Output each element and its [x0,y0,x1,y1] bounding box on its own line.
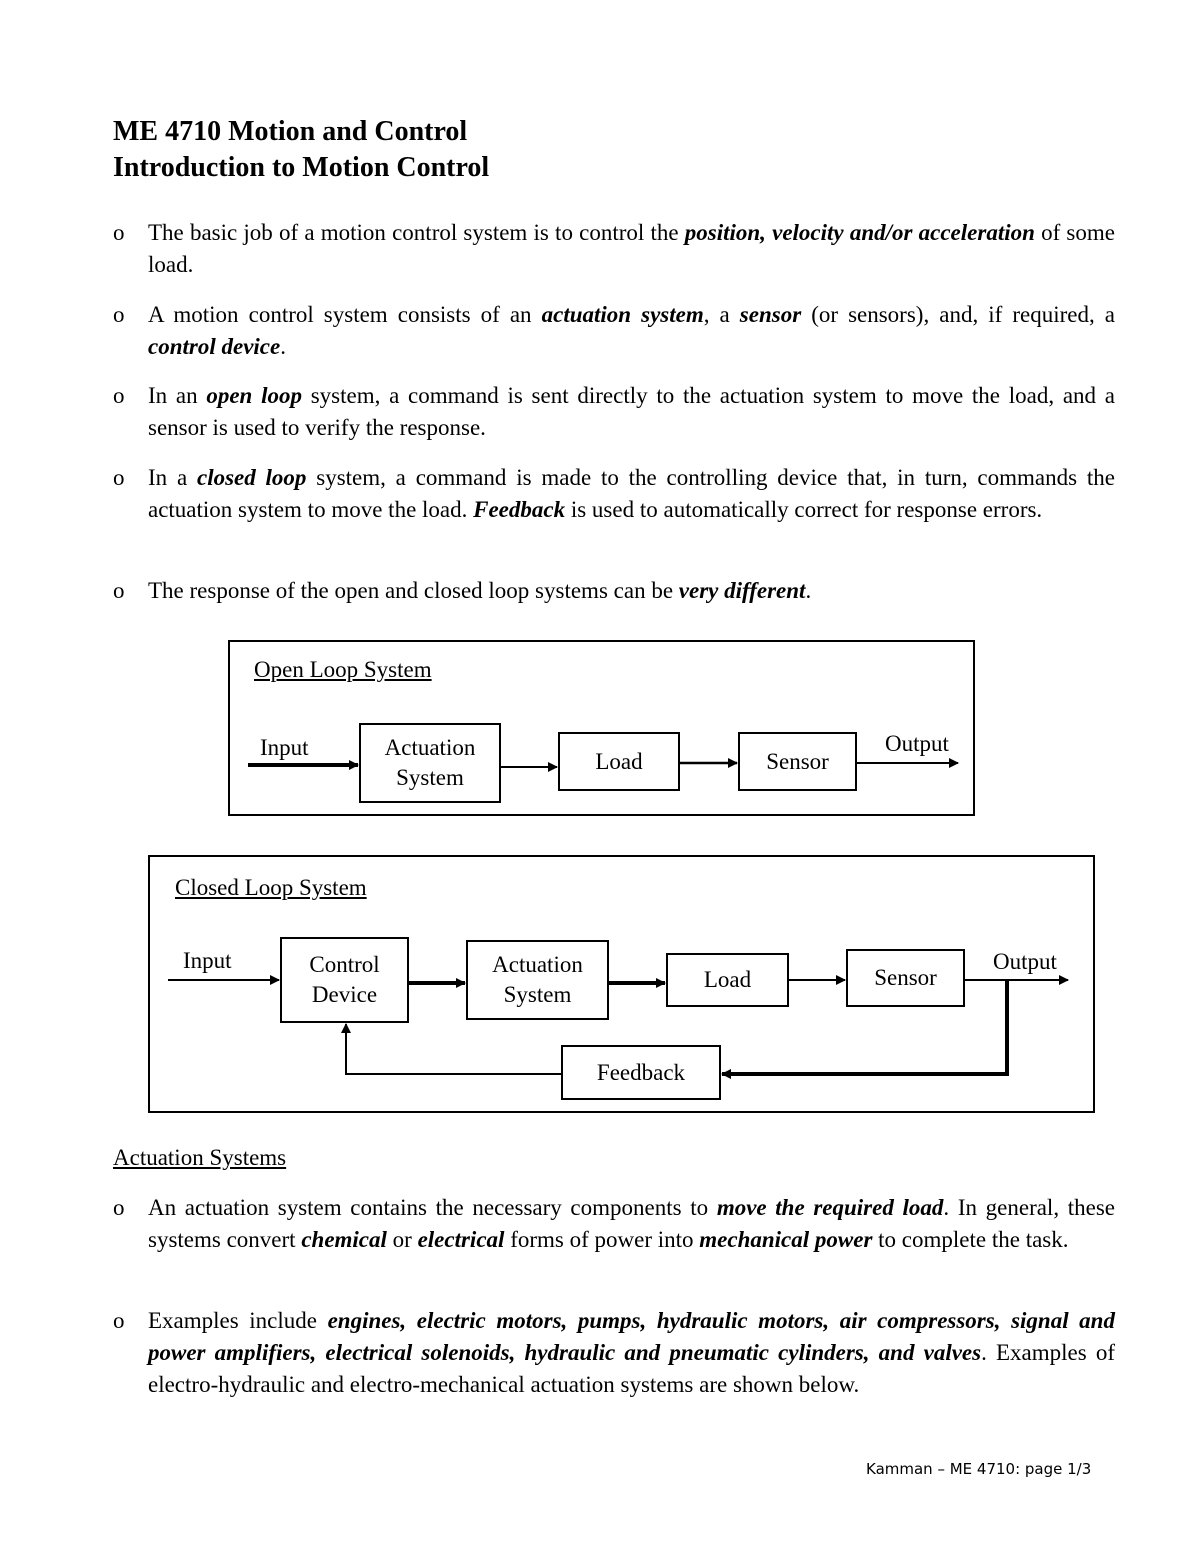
text-run: to complete the task. [872,1227,1069,1252]
emphasis: move the required load [716,1195,944,1220]
bullet-marker: o [113,1308,125,1333]
closed-feedback-path-out [341,1023,561,1075]
bullet-marker: o [113,1195,125,1220]
page-footer: Kamman – ME 4710: page 1/3 [866,1460,1092,1478]
text-run: forms of power into [504,1227,700,1252]
emphasis: chemical [301,1227,387,1252]
text-run: An actuation system contains the necessa… [148,1195,717,1220]
bullet-item: o An actuation system contains the necess… [113,1192,1115,1256]
bullet-item: o Examples include engines, electric moto… [113,1305,1115,1401]
emphasis: electrical [417,1227,505,1252]
closed-feedback-path-in [721,980,1009,1079]
actuation-systems-heading: Actuation Systems [113,1145,287,1170]
text-run: Examples include [148,1308,328,1333]
bullet-text: Examples include engines, electric motor… [148,1305,1115,1401]
text-run: or [386,1227,418,1252]
bullet-text: An actuation system contains the necessa… [148,1192,1115,1256]
emphasis: mechanical power [699,1227,873,1252]
